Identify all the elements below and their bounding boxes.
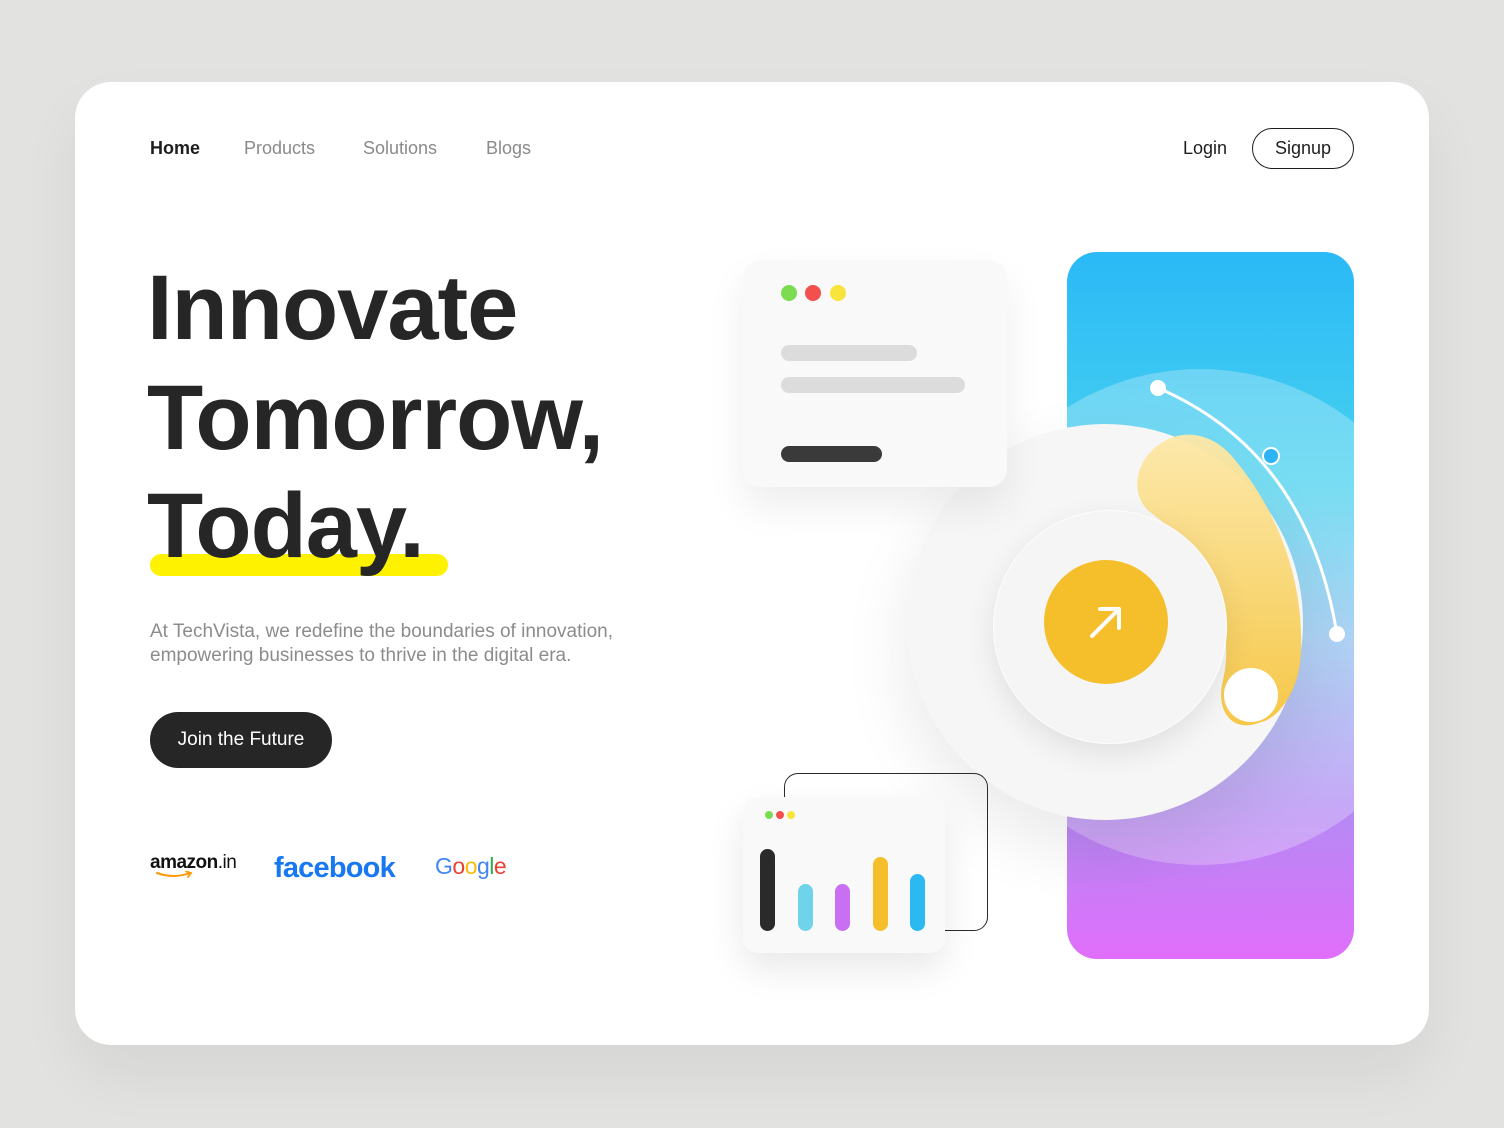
nav-blogs[interactable]: Blogs bbox=[486, 138, 531, 159]
amazon-logo-tld: .in bbox=[217, 852, 237, 873]
mini-chart-bar bbox=[835, 884, 850, 931]
mini-chart-bar bbox=[797, 884, 813, 931]
nav-products[interactable]: Products bbox=[244, 138, 315, 159]
mini-chart-bar bbox=[872, 857, 888, 931]
nav-solutions[interactable]: Solutions bbox=[363, 138, 437, 159]
window-dot-red bbox=[805, 285, 821, 301]
placeholder-button bbox=[781, 446, 882, 462]
landing-card: Home Products Solutions Blogs Login Sign… bbox=[75, 82, 1429, 1045]
arrow-up-right-icon bbox=[1090, 607, 1121, 638]
placeholder-line-1 bbox=[781, 345, 917, 361]
join-the-future-button[interactable]: Join the Future bbox=[150, 712, 332, 768]
placeholder-line-2 bbox=[781, 377, 965, 393]
mini-chart-bar bbox=[760, 849, 775, 931]
amazon-smile-icon bbox=[156, 871, 193, 878]
hero-title-line-3: Today. bbox=[147, 475, 425, 577]
window-dot-yellow bbox=[830, 285, 846, 301]
google-letter: e bbox=[493, 853, 507, 879]
hero-title-line-1: Innovate bbox=[147, 257, 518, 359]
google-letter: g bbox=[476, 853, 490, 879]
amazon-logo: amazon.in bbox=[150, 852, 237, 878]
window-dot-green bbox=[781, 285, 797, 301]
signup-button[interactable]: Signup bbox=[1252, 128, 1354, 169]
google-logo: Google bbox=[435, 853, 507, 880]
chart-dot-red bbox=[776, 811, 784, 819]
chart-dot-yellow bbox=[787, 811, 795, 819]
mini-chart-bar bbox=[910, 874, 925, 931]
arrow-orb-button[interactable] bbox=[1044, 560, 1168, 684]
browser-window-card bbox=[743, 260, 1007, 487]
google-letter: o bbox=[464, 853, 478, 879]
hero-title-line-2: Tomorrow, bbox=[147, 367, 604, 469]
mini-chart-card bbox=[743, 797, 945, 953]
facebook-logo: facebook bbox=[274, 852, 396, 884]
login-link[interactable]: Login bbox=[1183, 138, 1227, 159]
google-letter: o bbox=[452, 853, 465, 879]
nav-home[interactable]: Home bbox=[150, 138, 200, 159]
chart-dot-green bbox=[765, 811, 773, 819]
google-letter: G bbox=[435, 853, 453, 879]
amazon-logo-text: amazon bbox=[150, 852, 218, 873]
hero-description: At TechVista, we redefine the boundaries… bbox=[150, 621, 613, 666]
